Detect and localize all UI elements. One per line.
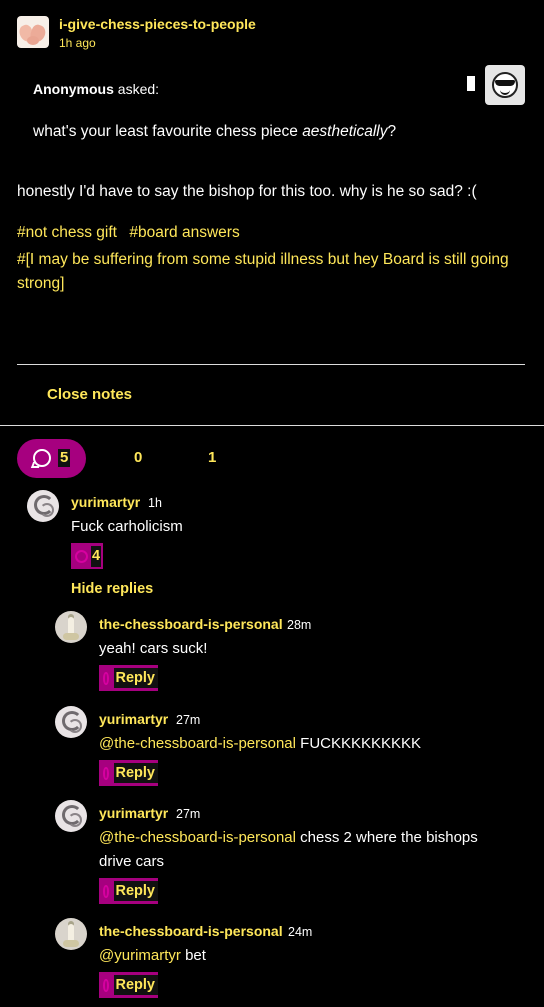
commenter-avatar[interactable] [55, 706, 87, 738]
comment-body: FUCKKKKKKKKK [296, 735, 422, 752]
asked-line: Anonymous asked: [33, 81, 159, 97]
reply-label: Reply [113, 881, 158, 901]
comment-time: 24m [288, 925, 313, 939]
tag-link[interactable]: #not chess gift [17, 224, 117, 241]
ask-question: what's your least favourite chess piece … [33, 123, 396, 141]
mention-link[interactable]: @the-chessboard-is-personal [99, 735, 296, 752]
tab-replies[interactable]: 5 [17, 439, 86, 478]
comment-time: 1h [148, 496, 162, 510]
close-notes-button[interactable]: Close notes [47, 386, 132, 403]
asker-name: Anonymous [33, 81, 114, 97]
answer-text: honestly I'd have to say the bishop for … [17, 183, 477, 200]
tab-likes[interactable]: 1 [208, 449, 216, 466]
reply-count: 4 [91, 545, 102, 567]
question-text: what's your least favourite chess piece [33, 123, 303, 140]
tab-reblogs[interactable]: 0 [134, 449, 142, 466]
asked-suffix: asked: [113, 81, 160, 97]
reply-bubble-icon [103, 671, 109, 685]
asker-avatar [485, 65, 525, 105]
reply-bubble-icon [103, 766, 109, 780]
tag-link[interactable]: #[I may be suffering from some stupid il… [17, 248, 517, 296]
comment-text: @the-chessboard-is-personal chess 2 wher… [99, 826, 479, 874]
replies-count: 5 [58, 449, 71, 467]
tag-link[interactable]: #board answers [129, 224, 239, 241]
comment-body: bet [180, 947, 206, 964]
blog-avatar[interactable] [17, 16, 49, 48]
reply-label: Reply [113, 975, 158, 995]
divider [0, 425, 544, 426]
question-emphasis: aesthetically [302, 123, 388, 140]
commenter-avatar[interactable] [55, 800, 87, 832]
question-end: ? [387, 123, 397, 140]
blog-name-link[interactable]: i-give-chess-pieces-to-people [59, 16, 256, 32]
reply-button[interactable]: Reply [99, 665, 158, 691]
commenter-avatar[interactable] [55, 611, 87, 643]
comment-text: @the-chessboard-is-personal FUCKKKKKKKKK [99, 732, 519, 756]
comment-text: yeah! cars suck! [99, 640, 208, 657]
commenter-name[interactable]: yurimartyr [71, 494, 140, 510]
reply-bubble-icon [103, 884, 109, 898]
divider [17, 364, 525, 365]
reply-label: Reply [113, 668, 158, 688]
reply-label: Reply [113, 763, 158, 783]
comment-text: @yurimartyr bet [99, 944, 206, 968]
mention-link[interactable]: @the-chessboard-is-personal [99, 829, 296, 846]
commenter-avatar[interactable] [55, 918, 87, 950]
mention-link[interactable]: @yurimartyr [99, 947, 181, 964]
reply-bubble-icon [75, 549, 88, 563]
commenter-name[interactable]: the-chessboard-is-personal [99, 923, 283, 939]
commenter-name[interactable]: the-chessboard-is-personal [99, 616, 283, 632]
comment-text: Fuck carholicism [71, 518, 183, 535]
reply-button[interactable]: Reply [99, 878, 158, 904]
comment-time: 27m [176, 713, 201, 727]
post-timestamp[interactable]: 1h ago [59, 36, 96, 50]
ask-indicator [467, 76, 475, 91]
hide-replies-button[interactable]: Hide replies [71, 581, 153, 597]
commenter-avatar[interactable] [27, 490, 59, 522]
replies-toggle-button[interactable]: 4 [71, 543, 103, 569]
comment-time: 27m [176, 807, 201, 821]
commenter-name[interactable]: yurimartyr [99, 805, 168, 821]
tags-line: #not chess gift #board answers [17, 224, 517, 242]
reply-bubble-icon [103, 978, 109, 992]
reply-button[interactable]: Reply [99, 760, 158, 786]
comment-time: 28m [287, 618, 312, 632]
reply-button[interactable]: Reply [99, 972, 158, 998]
commenter-name[interactable]: yurimartyr [99, 711, 168, 727]
reply-bubble-icon [33, 449, 51, 467]
